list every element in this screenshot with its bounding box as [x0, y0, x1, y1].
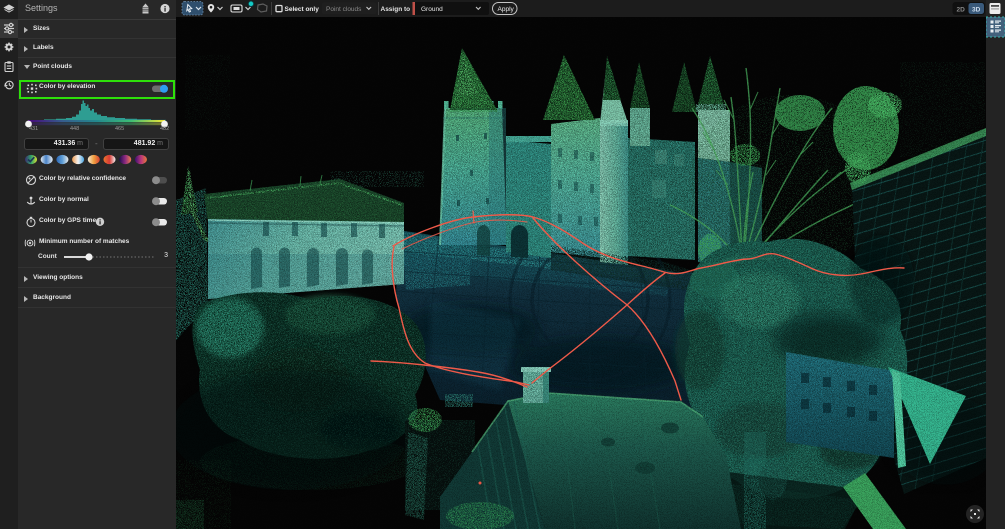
svg-text:2D: 2D	[957, 6, 966, 13]
svg-text:Point clouds: Point clouds	[326, 6, 362, 13]
svg-text:Ground: Ground	[421, 6, 443, 13]
svg-text:Assign to: Assign to	[381, 6, 411, 13]
svg-text:Apply: Apply	[498, 6, 515, 13]
svg-text:3D: 3D	[972, 6, 981, 13]
svg-text:Select only: Select only	[285, 6, 320, 13]
